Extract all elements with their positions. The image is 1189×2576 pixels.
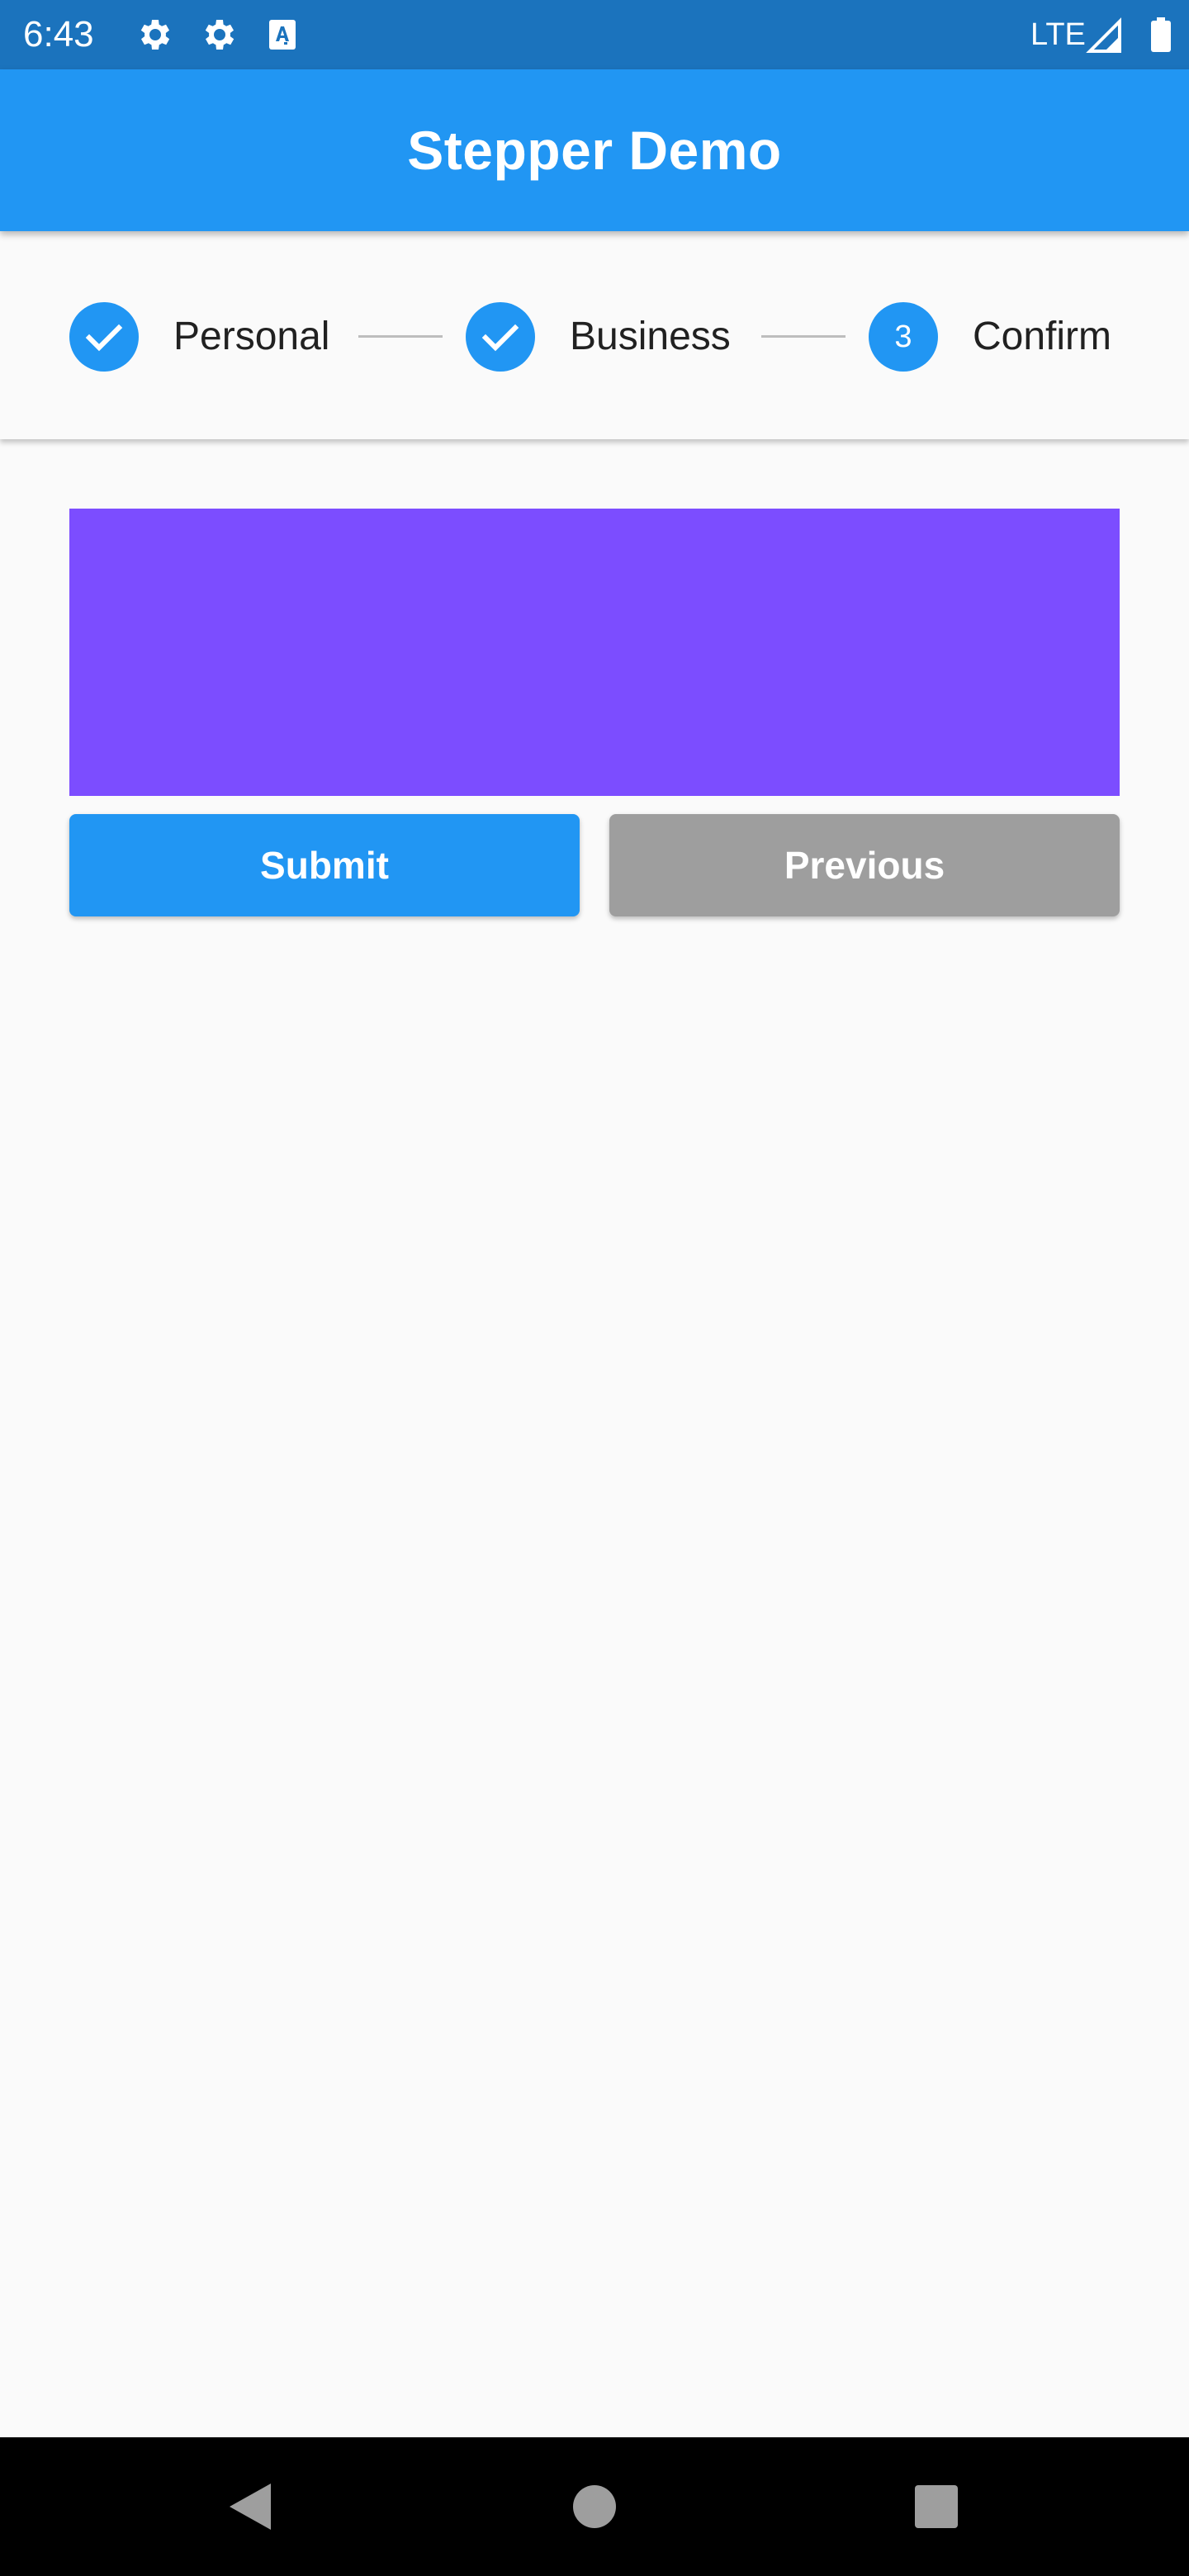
check-icon: [85, 324, 123, 352]
status-time: 6:43: [23, 14, 94, 54]
page-title: Stepper Demo: [407, 120, 782, 181]
app-bar: Stepper Demo: [0, 69, 1189, 231]
step-business-label[interactable]: Business: [570, 307, 731, 367]
gear-icon: [140, 20, 170, 50]
step-confirm-indicator[interactable]: 3: [869, 302, 938, 372]
network-type: LTE: [1030, 17, 1086, 52]
submit-button[interactable]: Submit: [69, 814, 580, 916]
step-connector: [761, 335, 846, 338]
step-content-block: [69, 509, 1120, 796]
signal-icon: [1086, 17, 1121, 53]
stepper-header: Personal Business 3 Confirm: [0, 231, 1189, 439]
gear-icon: [205, 20, 234, 50]
previous-button[interactable]: Previous: [609, 814, 1120, 916]
step-personal-label[interactable]: Personal: [173, 307, 329, 367]
system-nav-bar: [0, 2437, 1189, 2576]
step-confirm-label[interactable]: Confirm: [973, 307, 1111, 367]
back-icon[interactable]: [216, 2474, 282, 2540]
recents-icon[interactable]: [903, 2474, 969, 2540]
home-icon[interactable]: [561, 2474, 628, 2540]
status-bar: 6:43 LTE: [0, 0, 1189, 69]
battery-icon: [1151, 17, 1171, 52]
step-connector: [358, 335, 443, 338]
text-a-icon: [269, 20, 296, 50]
step-business-indicator[interactable]: [466, 302, 535, 372]
check-icon: [481, 324, 519, 352]
step-personal-indicator[interactable]: [69, 302, 139, 372]
